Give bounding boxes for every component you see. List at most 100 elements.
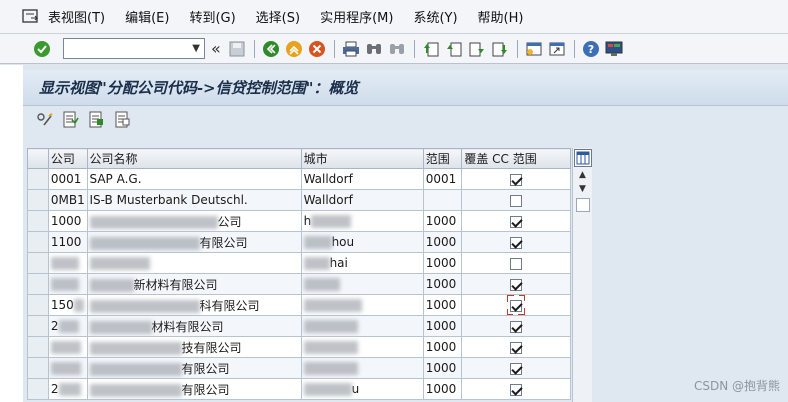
cell-area: 1000 [422, 294, 463, 316]
toolbar-separator [573, 39, 575, 58]
scroll-up-icon[interactable]: ▲ [573, 168, 592, 182]
back-icon[interactable] [261, 39, 281, 59]
cell-company-name: SAP A.G. [86, 168, 302, 190]
override-checkbox[interactable] [510, 299, 523, 312]
redacted-text [89, 278, 134, 292]
cell-company: 2 [47, 378, 88, 400]
row-selector[interactable] [27, 378, 49, 400]
menu-bar: 表视图(T) 编辑(E) 转到(G) 选择(S) 实用程序(M) 系统(Y) 帮… [0, 0, 788, 34]
cell-company: 1100 [47, 231, 88, 253]
cell-city: Walldorf [300, 168, 424, 190]
cell-company [47, 252, 88, 274]
row-selector[interactable] [27, 315, 49, 337]
column-header-area[interactable]: 范围 [422, 148, 463, 169]
print-icon[interactable] [341, 39, 361, 59]
redacted-text [303, 362, 358, 375]
column-header-override[interactable]: 覆盖 CC 范围 [461, 148, 571, 169]
select-all-icon[interactable] [61, 110, 81, 130]
table-row: 有限公司 1000 [27, 357, 571, 379]
redacted-text [50, 278, 79, 291]
cell-city: Walldorf [300, 189, 424, 211]
menu-select[interactable]: 选择(S) [256, 7, 300, 26]
table-row: 1000 公司 h 1000 [27, 210, 571, 232]
redacted-text [58, 320, 79, 333]
collapse-command-icon[interactable]: « [211, 39, 221, 58]
column-header-company-name[interactable]: 公司名称 [86, 148, 302, 169]
row-selector[interactable] [27, 294, 49, 316]
exit-icon[interactable] [284, 39, 304, 59]
cell-company-name: 公司 [86, 210, 302, 232]
row-selector[interactable] [27, 336, 49, 358]
find-icon[interactable] [364, 39, 384, 59]
next-page-icon[interactable] [467, 39, 487, 59]
menu-utilities[interactable]: 实用程序(M) [320, 7, 393, 26]
enter-icon[interactable] [32, 39, 52, 59]
column-header-city[interactable]: 城市 [300, 148, 424, 169]
row-selector[interactable] [27, 357, 49, 379]
first-page-icon[interactable] [421, 39, 441, 59]
svg-text:?: ? [588, 43, 594, 56]
cell-city [300, 357, 424, 379]
scroll-down-icon[interactable]: ▼ [573, 182, 592, 196]
menu-goto[interactable]: 转到(G) [189, 7, 235, 26]
override-checkbox[interactable] [510, 341, 523, 354]
override-checkbox[interactable] [510, 320, 523, 333]
cell-company [47, 357, 88, 379]
cell-area: 1000 [422, 252, 463, 274]
cancel-icon[interactable] [307, 39, 327, 59]
column-config-icon[interactable] [574, 149, 592, 167]
row-selector[interactable] [27, 252, 49, 274]
name-suffix: 有限公司 [181, 382, 230, 397]
column-header-company[interactable]: 公司 [47, 148, 88, 169]
row-selector[interactable] [27, 168, 49, 190]
override-checkbox[interactable] [510, 194, 523, 207]
name-suffix: 公司 [217, 214, 242, 229]
menu-table-view[interactable]: 表视图(T) [48, 7, 105, 26]
redacted-text [89, 341, 182, 355]
save-icon[interactable] [227, 39, 247, 59]
vertical-scrollbar[interactable]: ▲ ▼ [572, 148, 592, 402]
menu-help[interactable]: 帮助(H) [478, 7, 524, 26]
menu-edit[interactable]: 编辑(E) [125, 7, 169, 26]
app-menu-icon[interactable] [22, 8, 40, 25]
redacted-text [89, 257, 150, 270]
override-checkbox[interactable] [510, 215, 523, 228]
last-page-icon[interactable] [490, 39, 510, 59]
cell-city: u [300, 378, 424, 400]
table-header-row: 公司 公司名称 城市 范围 覆盖 CC 范围 [27, 148, 571, 169]
find-next-icon[interactable] [387, 39, 407, 59]
cell-company: 1000 [47, 210, 88, 232]
cell-override [461, 189, 571, 211]
row-selector[interactable] [27, 273, 49, 295]
override-checkbox[interactable] [510, 362, 523, 375]
select-all-header[interactable] [27, 148, 49, 169]
layout-icon[interactable] [604, 39, 624, 59]
override-checkbox[interactable] [510, 257, 523, 270]
override-checkbox[interactable] [510, 173, 523, 186]
select-block-icon[interactable] [87, 110, 107, 130]
cell-override [461, 336, 571, 358]
cell-city: h [300, 210, 424, 232]
scroll-thumb[interactable] [575, 198, 590, 212]
display-change-icon[interactable] [35, 110, 55, 130]
cell-company-name: 有限公司 [86, 357, 302, 379]
menu-system[interactable]: 系统(Y) [413, 7, 457, 26]
command-field[interactable]: ▼ [63, 38, 205, 59]
row-selector[interactable] [27, 231, 49, 253]
new-session-icon[interactable] [524, 39, 544, 59]
override-checkbox[interactable] [510, 278, 523, 291]
deselect-all-icon[interactable] [113, 110, 133, 130]
redacted-text [89, 299, 200, 313]
prev-page-icon[interactable] [444, 39, 464, 59]
cell-company: 0MB1 [47, 189, 88, 211]
override-checkbox[interactable] [510, 383, 523, 396]
override-checkbox[interactable] [510, 236, 523, 249]
row-selector[interactable] [27, 189, 49, 211]
row-selector[interactable] [27, 210, 49, 232]
toolbar-separator [516, 39, 518, 58]
shortcut-icon[interactable] [547, 39, 567, 59]
chevron-down-icon[interactable]: ▼ [192, 43, 200, 54]
help-icon[interactable]: ? [581, 39, 601, 59]
redacted-text [303, 320, 358, 333]
redacted-text [303, 278, 340, 291]
